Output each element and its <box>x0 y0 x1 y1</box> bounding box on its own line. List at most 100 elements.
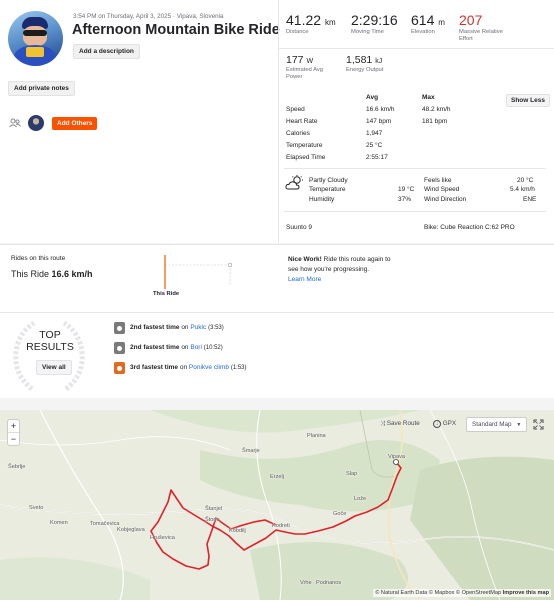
map-place-label: Podnanos <box>316 580 342 586</box>
top-results-card: TOP RESULTS View all 2nd fastest time on… <box>0 312 554 398</box>
details-avg: 147 bpm <box>366 118 392 125</box>
divider <box>278 0 279 243</box>
details-avg: 2:55:17 <box>366 154 388 161</box>
fullscreen-icon[interactable] <box>533 419 544 430</box>
map-style-label: Standard Map <box>472 421 512 428</box>
top-results-line1: TOP <box>39 329 61 341</box>
this-ride-label: This Ride <box>11 269 50 279</box>
add-private-notes-button[interactable]: Add private notes <box>8 81 75 96</box>
save-route-button[interactable]: ⤨ Save Route <box>380 420 420 428</box>
feels-like-label: Feels like <box>424 177 452 184</box>
avatar[interactable] <box>8 11 63 66</box>
distance-value: 41.22 <box>286 12 322 28</box>
result-rank: 2nd fastest time <box>130 324 180 331</box>
athlete-thumbnail[interactable] <box>28 115 44 131</box>
power-unit: W <box>306 58 314 65</box>
route-message-line2: see how you're progressing. <box>288 266 370 273</box>
result-item: 2nd fastest time on Puklc (3:53) <box>130 324 224 331</box>
zoom-in-button[interactable]: + <box>8 420 19 433</box>
result-rank: 3rd fastest time <box>130 364 179 371</box>
map-place-label: Komen <box>50 520 68 526</box>
trophy-icon <box>114 342 125 354</box>
route-message-line1: Ride this route again to <box>323 256 391 263</box>
wind-speed-label: Wind Speed <box>424 186 460 193</box>
wind-direction-label: Wind Direction <box>424 196 467 203</box>
add-description-button[interactable]: Add a description <box>73 44 140 59</box>
details-avg: 1,947 <box>366 130 383 137</box>
add-others-button[interactable]: Add Others <box>52 117 98 130</box>
show-less-button[interactable]: Show Less <box>506 94 550 107</box>
map-place-label: Kodreti <box>272 523 290 529</box>
map-attribution: © Natural Earth Data © Mapbox © OpenStre… <box>373 589 551 597</box>
moving-time-label: Moving Time <box>351 29 384 35</box>
learn-more-link[interactable]: Learn More <box>288 276 321 283</box>
map-place-label: Vrhe <box>300 580 312 586</box>
map-place-label: Tomačevica <box>90 521 120 527</box>
zoom-controls: + − <box>7 419 20 446</box>
zoom-out-button[interactable]: − <box>8 433 19 446</box>
moving-time-value: 2:29:16 <box>351 12 398 28</box>
stat-distance: 41.22 km Distance <box>286 12 336 36</box>
weather-temperature-value: 19 °C <box>398 186 415 193</box>
nice-work-text: Nice Work! <box>288 256 322 263</box>
this-ride-value: 16.6 km/h <box>51 269 93 279</box>
elevation-unit: m <box>438 18 445 27</box>
details-avg: 16.6 km/h <box>366 106 395 113</box>
result-segment-link[interactable]: Ponikve climb <box>189 364 229 371</box>
details-avg: 25 °C <box>366 142 383 149</box>
activity-datetime: 3:54 PM on Thursday, April 3, 2025 · Vip… <box>73 13 224 20</box>
divider <box>284 168 546 169</box>
feels-like-value: 20 °C <box>517 177 534 184</box>
weather-temperature-label: Temperature <box>309 186 346 193</box>
details-max: 48.2 km/h <box>422 106 451 113</box>
route-map[interactable]: Planina Šmarje Erzelj Slap Vipava Štanjel Štor… <box>0 410 554 600</box>
improve-map-link[interactable]: Improve this map <box>503 590 549 596</box>
divider <box>284 211 546 212</box>
map-style-select[interactable]: Standard Map ▼ <box>466 417 528 432</box>
map-place-label: Slap <box>346 471 358 477</box>
col-avg-header: Avg <box>366 94 379 101</box>
route-icon: ⤨ <box>380 420 386 427</box>
result-on: on <box>181 324 189 331</box>
energy-value: 1,581 <box>346 54 373 66</box>
trophy-icon <box>114 322 125 334</box>
this-ride-stat: This Ride 16.6 km/h <box>11 269 93 279</box>
power-label-1: Estimated Avg <box>286 67 323 73</box>
stat-moving-time: 2:29:16 Moving Time <box>351 12 398 36</box>
gpx-button[interactable]: ↓ GPX <box>433 420 456 428</box>
map-terrain <box>0 410 554 600</box>
map-place-label: Kobdilj <box>229 528 246 534</box>
result-item: 3rd fastest time on Ponikve climb (1:53) <box>130 364 247 371</box>
stat-relative-effort[interactable]: 207 Massive Relative Effort <box>459 12 503 43</box>
details-max: 181 bpm <box>422 118 448 125</box>
details-label: Calories <box>286 130 310 137</box>
details-label: Heart Rate <box>286 118 318 125</box>
result-on: on <box>181 344 189 351</box>
wind-direction-value: ENE <box>523 196 537 203</box>
map-place-label: Vipava <box>388 454 406 460</box>
route-compare-title: Rides on this route <box>11 255 66 262</box>
weather-condition: Partly Cloudy <box>309 177 348 184</box>
route-compare-card: Rides on this route This Ride 16.6 km/h … <box>0 244 554 312</box>
map-place-label: Lože <box>354 496 367 502</box>
result-time: (10:52) <box>203 345 223 351</box>
energy-label: Energy Output <box>346 67 384 73</box>
details-label: Temperature <box>286 142 323 149</box>
result-on: on <box>179 364 188 371</box>
result-item: 2nd fastest time on Bori (10:52) <box>130 344 223 351</box>
device-name: Suunto 9 <box>286 224 313 231</box>
result-segment-link[interactable]: Puklc <box>190 324 206 331</box>
col-max-header: Max <box>422 94 435 101</box>
top-results-line2: RESULTS <box>26 341 74 353</box>
map-place-label: Kobjeglava <box>117 527 145 533</box>
energy-unit: kJ <box>375 58 383 65</box>
activity-title: Afternoon Mountain Bike Ride <box>72 22 280 38</box>
view-all-button[interactable]: View all <box>36 360 72 375</box>
result-segment-link[interactable]: Bori <box>190 344 202 351</box>
route-start-marker <box>393 459 399 465</box>
save-route-label: Save Route <box>386 420 420 427</box>
power-value: 177 <box>286 54 304 66</box>
wind-speed-value: 5.4 km/h <box>510 186 535 193</box>
details-label: Elapsed Time <box>286 154 326 161</box>
relative-effort-label-1: Massive Relative <box>459 29 503 35</box>
